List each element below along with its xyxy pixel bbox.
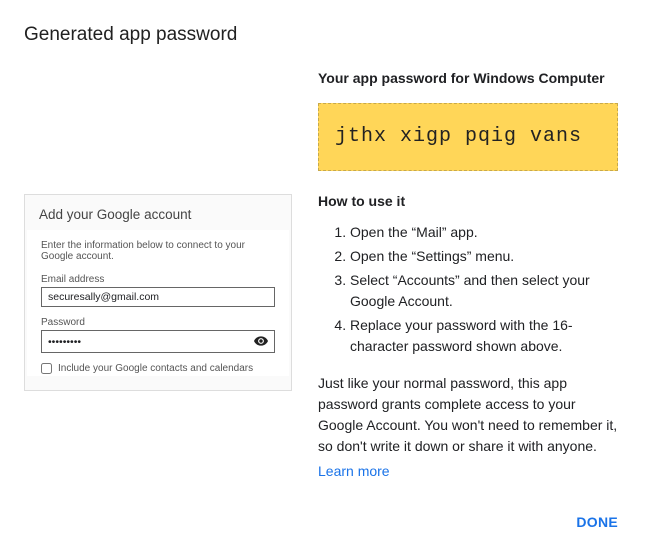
email-value: securesally@gmail.com: [48, 291, 159, 303]
account-box-title: Add your Google account: [27, 197, 289, 230]
dialog-title: Generated app password: [24, 24, 618, 46]
done-button[interactable]: DONE: [576, 514, 618, 530]
generated-password: jthx xigp pqig vans: [318, 103, 618, 171]
howto-heading: How to use it: [318, 191, 618, 212]
howto-step: Open the “Settings” menu.: [350, 246, 618, 267]
account-preview-box: Add your Google account Enter the inform…: [24, 194, 292, 391]
howto-step: Replace your password with the 16-charac…: [350, 315, 618, 357]
password-field: •••••••••: [41, 330, 275, 353]
include-contacts-label: Include your Google contacts and calenda…: [58, 363, 253, 374]
howto-steps: Open the “Mail” app. Open the “Settings”…: [318, 222, 618, 357]
security-note: Just like your normal password, this app…: [318, 373, 618, 457]
include-contacts-checkbox-row: Include your Google contacts and calenda…: [41, 363, 275, 374]
learn-more-link[interactable]: Learn more: [318, 463, 390, 479]
howto-step: Select “Accounts” and then select your G…: [350, 270, 618, 312]
email-field: securesally@gmail.com: [41, 287, 275, 307]
app-password-heading: Your app password for Windows Computer: [318, 68, 618, 89]
howto-step: Open the “Mail” app.: [350, 222, 618, 243]
reveal-password-icon: [254, 334, 268, 349]
account-box-description: Enter the information below to connect t…: [41, 240, 275, 262]
email-label: Email address: [41, 274, 275, 285]
password-label: Password: [41, 317, 275, 328]
include-contacts-checkbox: [41, 363, 52, 374]
password-value: •••••••••: [48, 336, 81, 348]
